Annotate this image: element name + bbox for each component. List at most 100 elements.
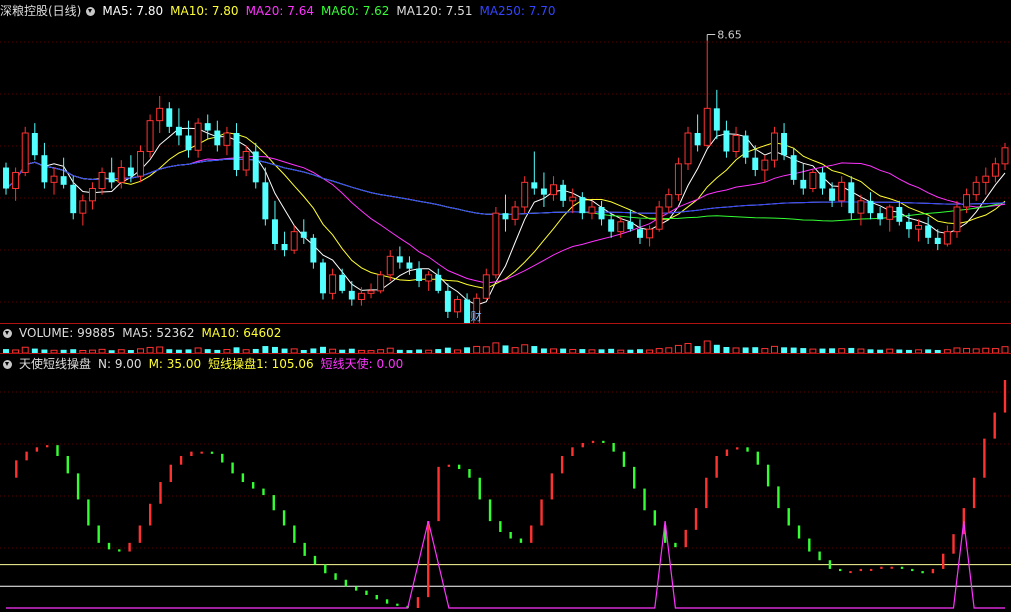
candle (214, 120, 221, 152)
candle (156, 96, 164, 133)
indicator-chart[interactable] (0, 372, 1011, 612)
candle (444, 283, 451, 318)
candle (175, 108, 182, 146)
indicator-segment (488, 499, 492, 522)
volume-chart[interactable] (0, 340, 1011, 354)
indicator-segment (725, 449, 729, 456)
candle (482, 268, 490, 300)
candle (12, 167, 20, 201)
volume-bar (703, 340, 711, 354)
indicator-segment (118, 549, 121, 552)
candle (194, 118, 202, 158)
indicator-segment (684, 529, 687, 548)
indicator-segment (828, 560, 832, 569)
candle (953, 200, 961, 238)
volume-bar (492, 342, 500, 354)
candle (79, 194, 87, 226)
indicator-segment (272, 495, 275, 511)
indicator-segment (66, 456, 69, 474)
candle (800, 163, 807, 195)
indicator-segment (375, 594, 378, 600)
indicator-segment (107, 542, 111, 550)
candle (435, 268, 442, 294)
volume-bar (262, 346, 269, 353)
candle (982, 167, 990, 195)
candle (108, 157, 115, 189)
indicator-segment (942, 553, 945, 569)
price-chart[interactable]: 8.656.56财 (0, 0, 1011, 323)
candle (348, 281, 355, 306)
indicator-segment (509, 532, 512, 539)
indicator-segment (313, 555, 317, 565)
candle (972, 176, 980, 201)
indicator-segment (396, 603, 399, 606)
indicator-segment (221, 453, 224, 463)
candle (732, 126, 740, 158)
indicator-segment (354, 586, 358, 591)
candle (377, 271, 385, 294)
candle (877, 207, 884, 226)
candle (204, 114, 211, 140)
indicator-segment (190, 451, 193, 456)
indicator-segment (251, 482, 255, 489)
indicator-segment (880, 566, 883, 569)
candle (819, 167, 826, 195)
candle (886, 204, 894, 232)
candle (185, 120, 192, 158)
indicator-segment (457, 464, 461, 470)
volume-bar (684, 343, 692, 354)
indicator-segment (715, 456, 718, 478)
candle (531, 151, 538, 195)
candle (223, 126, 231, 156)
indicator-segment (128, 542, 131, 552)
event-marker[interactable]: 财 (471, 309, 482, 323)
indicator-segment (550, 473, 554, 500)
candle (320, 258, 326, 300)
candle (281, 231, 288, 257)
candle (655, 200, 663, 232)
volume-bar (502, 345, 509, 353)
indicator-segment (334, 573, 337, 580)
indicator-segment (921, 571, 924, 574)
candle (723, 120, 730, 158)
candle (70, 176, 77, 220)
indicator-segment (952, 534, 955, 554)
candle (790, 147, 797, 185)
indicator-segment (231, 462, 234, 474)
candle (425, 271, 433, 291)
indicator-segment (241, 473, 245, 483)
indicator-segment (653, 510, 657, 526)
candle (50, 167, 58, 195)
volume-bar (521, 344, 529, 354)
indicator-segment (468, 469, 471, 478)
candle (396, 246, 403, 269)
indicator-segment (324, 564, 327, 574)
volume-bar (473, 345, 481, 354)
indicator-segment (808, 538, 811, 552)
volume-label: MA5: 52362 (122, 326, 195, 340)
indicator-segment (210, 451, 214, 454)
candle (742, 130, 749, 164)
indicator-segment (499, 521, 502, 532)
dropdown-icon[interactable] (3, 329, 12, 338)
dropdown-icon[interactable] (3, 360, 12, 369)
candle (88, 182, 96, 210)
candle (60, 157, 67, 189)
indicator-segment (591, 440, 595, 443)
candle (41, 142, 48, 189)
candle (511, 200, 519, 226)
indicator-segment (859, 568, 863, 572)
indicator-segment (787, 508, 790, 526)
indicator-segment (777, 486, 780, 509)
candle (770, 126, 778, 168)
indicator-segment (766, 464, 770, 487)
indicator-segment (200, 451, 203, 454)
candle (146, 114, 154, 158)
candle (339, 268, 346, 294)
indicator-segment (931, 568, 935, 574)
indicator-segment (25, 451, 28, 461)
candle (290, 225, 298, 254)
indicator-panel-legend: 天使短线操盘 N: 9.00 M: 35.00 短线操盘1: 105.06 短线天使: … (0, 355, 417, 373)
volume-bar (531, 346, 538, 353)
candle (943, 225, 951, 247)
